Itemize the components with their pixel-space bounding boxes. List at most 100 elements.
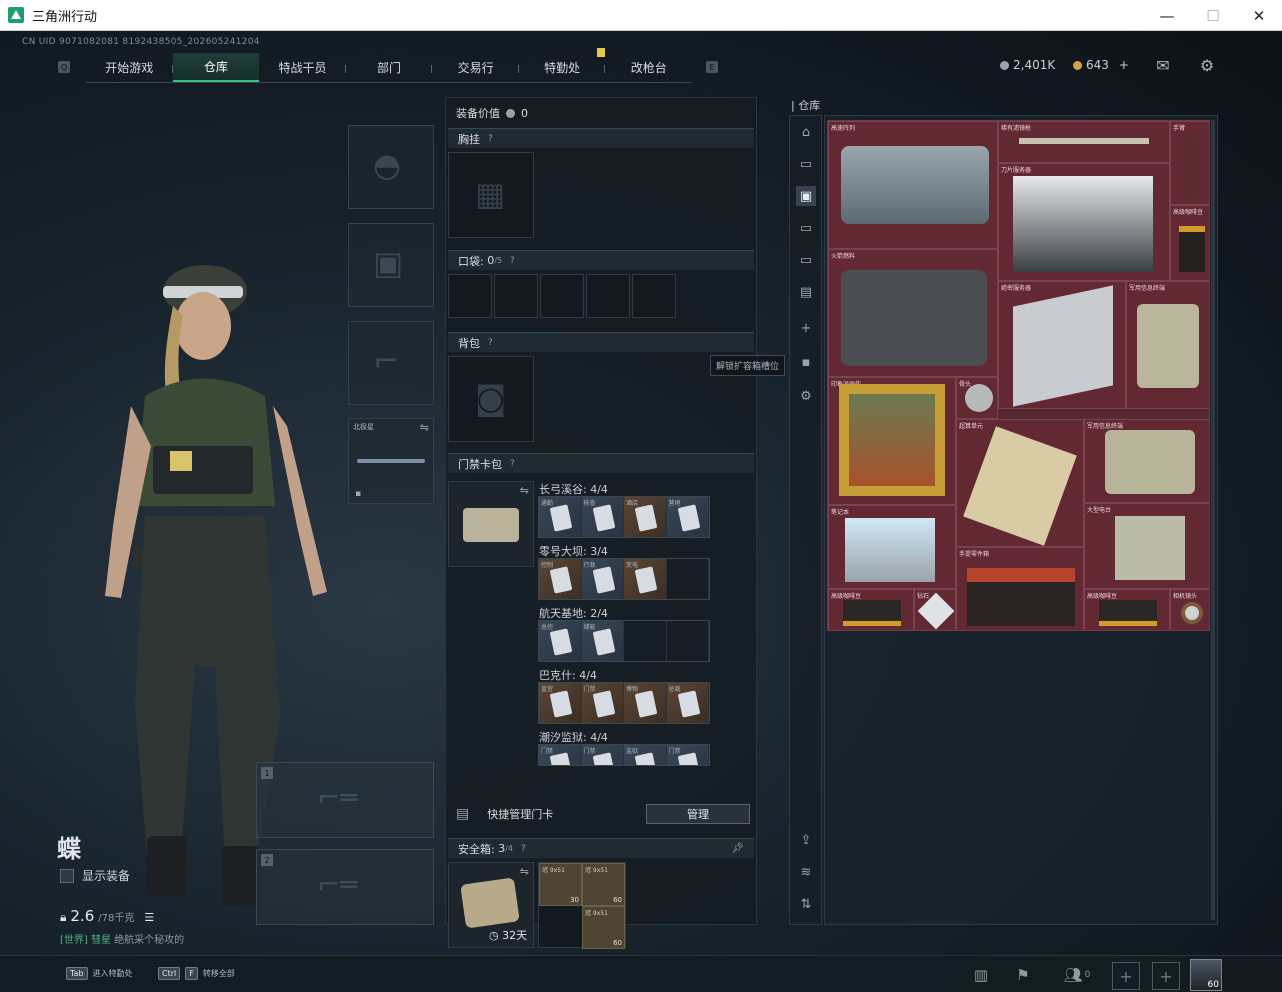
swap-icon[interactable]: ⇋ [420,421,429,434]
storage-tab-1-icon[interactable]: ▭ [796,154,816,174]
add-storage-icon[interactable]: + [796,318,816,338]
keycard[interactable]: 总控 [539,621,582,661]
storage-item[interactable]: 高级咖啡豆 [1084,589,1170,630]
secondary-weapon-slot[interactable]: 2 ⌐═ [256,849,434,925]
stats-chart-icon[interactable]: ▥ [970,964,992,986]
pocket-slot[interactable] [494,274,538,318]
melee-slot[interactable]: 北极星 ⇋ ▪ [348,418,434,504]
tab-special-ops[interactable]: 特勤处 [519,53,606,82]
keycard[interactable]: 储能 [581,621,624,661]
armor-slot[interactable]: ▣ [348,223,434,307]
keycard[interactable]: 博物 [624,683,667,723]
flag-icon[interactable]: ⚑ [1012,964,1034,986]
safe-box-slot[interactable]: ⇋ ◷ 32天 [448,862,534,948]
settings-gear-icon[interactable]: ⚙ [1196,55,1218,75]
backpack-slot[interactable]: ◙ [448,356,534,442]
storage-item[interactable]: 大型电台 [1084,503,1209,589]
helmet-slot[interactable]: ◓ [348,125,434,209]
storage-item[interactable]: 军用信息终端 [1126,281,1209,409]
party-slot-add-icon[interactable]: + [1152,962,1180,990]
keycard[interactable]: 门禁 [581,683,624,723]
storage-tab-all-icon[interactable]: ⌂ [796,122,816,142]
show-gear-toggle[interactable]: 显示装备 [60,867,130,884]
tab-warehouse[interactable]: 仓库 [172,53,260,82]
storage-tab-5-icon[interactable]: ▤ [796,282,816,302]
storage-item[interactable]: 钻石 [914,589,956,630]
pocket-slot[interactable] [540,274,584,318]
pocket-slot[interactable] [586,274,630,318]
tab-start-game[interactable]: 开始游戏 [86,53,173,82]
friends-icon[interactable]: 👥︎ 0 [1060,964,1094,986]
help-icon[interactable]: ? [488,338,493,348]
empty-keycard-slot[interactable] [624,621,667,661]
nav-next-key[interactable]: E [706,61,718,73]
keycard[interactable]: 通勤 [539,497,582,537]
pin-icon[interactable]: 📌︎ [731,843,744,854]
ammo-box[interactable]: 冠 9x51 60 [582,863,625,906]
keycard[interactable]: 门禁 [666,745,709,765]
storage-sort-icon[interactable]: ⇅ [796,894,816,914]
keycard[interactable]: 监狱 [624,745,667,765]
storage-item[interactable]: 笔记本 [828,505,956,589]
pistol-slot[interactable]: ⌐ [348,321,434,405]
keycard-case-slot[interactable]: ⇋ [448,481,534,567]
keycard[interactable]: 核查 [581,497,624,537]
storage-upload-icon[interactable]: ⇪ [796,830,816,850]
storage-item[interactable]: 超算单元 [956,419,1084,547]
empty-keycard-slot[interactable] [667,559,709,599]
storage-item[interactable]: 绝密服务器 [998,281,1126,409]
keycard[interactable]: 营地 [666,497,709,537]
storage-item[interactable]: 相机镜头 [1170,589,1209,630]
keycard[interactable]: 皇宫 [539,683,582,723]
swap-icon[interactable]: ⇋ [520,865,529,878]
player-avatar[interactable]: 60 [1190,959,1222,991]
pocket-slot[interactable] [632,274,676,318]
storage-tab-4-icon[interactable]: ▭ [796,250,816,270]
world-chat-line[interactable]: [世界] 彗星 绝航采个秘攻的 [60,931,184,946]
keycard[interactable]: 门禁 [539,745,582,765]
tab-department[interactable]: 部门 [346,53,433,82]
storage-item[interactable]: 手提零件箱 [956,547,1084,630]
keycard[interactable]: 控制 [539,559,582,599]
keycard[interactable]: 总裁 [666,683,709,723]
primary-weapon-slot[interactable]: 1 ⌐═ [256,762,434,838]
show-gear-checkbox[interactable] [60,868,74,883]
nav-prev-key[interactable]: Q [58,61,70,73]
storage-layers-icon[interactable]: ≋ [796,862,816,882]
storage-item[interactable]: 印象派画作 [828,377,956,505]
manage-button[interactable]: 管理 [646,804,750,824]
add-currency-button[interactable]: + [1119,58,1129,72]
close-button[interactable]: ✕ [1236,0,1282,31]
storage-item[interactable]: 高速阵列 [828,121,998,249]
help-icon[interactable]: ? [510,256,515,266]
swap-icon[interactable]: ⇋ [520,484,529,497]
keycard[interactable]: 变电 [624,559,667,599]
storage-item[interactable]: 高级咖啡豆 [828,589,914,630]
coupon-currency[interactable]: 643 + [1073,58,1129,72]
mail-icon[interactable]: ✉ [1152,55,1174,75]
weight-list-icon[interactable]: ☰ [144,911,154,924]
storage-tab-2-icon[interactable]: ▣ [796,186,816,206]
storage-lock-icon[interactable]: ▪ [796,352,816,372]
ammo-box[interactable]: 冠 9x51 60 [582,906,625,949]
keycard[interactable]: 门禁 [581,745,624,765]
storage-item[interactable]: 手臂 [1170,121,1209,205]
pocket-slot[interactable] [448,274,492,318]
storage-settings-icon[interactable]: ⚙ [796,386,816,406]
enter-special-ops-hint[interactable]: Tab 进入特勤处 [66,967,133,980]
help-icon[interactable]: ? [488,134,493,144]
tab-gunsmith[interactable]: 改枪台 [605,53,692,82]
ammo-box[interactable]: 冠 9x51 30 [539,863,582,906]
storage-item[interactable]: 刀片服务器 [998,163,1170,281]
keycard[interactable]: 行政 [581,559,624,599]
storage-tab-3-icon[interactable]: ▭ [796,218,816,238]
storage-item[interactable]: 军用信息终端 [1084,419,1209,503]
keycard[interactable]: 酒店 [624,497,667,537]
chest-rig-slot[interactable]: ▦ [448,152,534,238]
help-icon[interactable]: ? [521,844,526,854]
minimize-button[interactable]: — [1144,0,1190,31]
transfer-all-hint[interactable]: Ctrl F 转移全部 [158,967,235,980]
storage-item[interactable]: 骨头 [956,377,998,419]
tab-operators[interactable]: 特战干员 [259,53,346,82]
storage-scrollbar[interactable] [1211,120,1215,920]
